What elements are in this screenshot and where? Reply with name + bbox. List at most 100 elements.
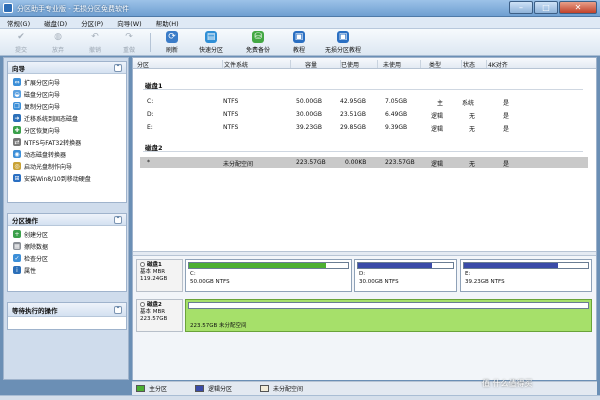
wizard-bootable-cd[interactable]: ◎ 启动光盘制作向导 bbox=[8, 160, 126, 172]
convert-icon: ⇄ bbox=[13, 138, 21, 146]
partition-block-c[interactable]: C: 50.00GB NTFS bbox=[185, 259, 352, 292]
usage-bar bbox=[357, 262, 454, 269]
disk2-map-label[interactable]: 磁盘2 基本 MBR 223.57GB bbox=[136, 299, 183, 332]
table-row-selected[interactable]: * 未分配空间 223.57GB 0.00KB 223.57GB 逻辑 无 是 bbox=[140, 157, 588, 168]
dynamic-disk-icon: ◉ bbox=[13, 150, 21, 158]
usage-fill bbox=[189, 263, 326, 268]
ops-panel-header[interactable]: 分区操作 ⌃ bbox=[8, 214, 126, 226]
cell-used: 23.51GB bbox=[340, 111, 366, 118]
table-row[interactable]: D: NTFS 30.00GB 23.51GB 6.49GB 逻辑 无 是 bbox=[133, 109, 596, 120]
tutorial-label: 教程 bbox=[292, 47, 305, 54]
migrate-icon: ➜ bbox=[13, 114, 21, 122]
title-bar: 分区助手专业版 - 无损分区免费软件 – □ ✕ bbox=[0, 0, 600, 17]
menu-bar: 常规(G) 磁盘(D) 分区(P) 向导(W) 帮助(H) bbox=[0, 17, 600, 29]
refresh-icon: ⟳ bbox=[166, 31, 178, 43]
refresh-label: 刷新 bbox=[165, 47, 178, 54]
window-title: 分区助手专业版 - 无损分区免费软件 bbox=[17, 5, 129, 13]
partition-block-e[interactable]: E: 39.23GB NTFS bbox=[460, 259, 592, 292]
wizard-recover-partition[interactable]: ✚ 分区恢复向导 bbox=[8, 124, 126, 136]
partition-table-header: 分区 文件系统 容量 已使用 未使用 类型 状态 4K对齐 bbox=[133, 58, 596, 69]
wizard-panel-title: 向导 bbox=[12, 64, 25, 73]
cell-unused: 6.49GB bbox=[385, 111, 408, 118]
wizard-panel-header[interactable]: 向导 ⌃ bbox=[8, 62, 126, 74]
main-panel: 分区 文件系统 容量 已使用 未使用 类型 状态 4K对齐 磁盘1 C: NTF… bbox=[132, 57, 597, 380]
menu-wizard[interactable]: 向导(W) bbox=[110, 18, 149, 28]
menu-disk[interactable]: 磁盘(D) bbox=[37, 18, 74, 28]
maximize-button[interactable]: □ bbox=[534, 1, 558, 14]
op-item-label: 检查分区 bbox=[24, 255, 49, 263]
col-capacity[interactable]: 容量 bbox=[305, 60, 341, 69]
discard-button[interactable]: ◍ 放弃 bbox=[46, 31, 70, 54]
windows-icon: ⊞ bbox=[13, 174, 21, 182]
quick-partition-button[interactable]: ▤ 快速分区 bbox=[194, 31, 228, 54]
cell-capacity: 223.57GB bbox=[296, 159, 326, 166]
minimize-button[interactable]: – bbox=[509, 1, 533, 14]
wizard-item-label: 扩展分区向导 bbox=[24, 79, 61, 87]
op-create-partition[interactable]: + 创建分区 bbox=[8, 228, 126, 240]
wizard-ntfs-fat32[interactable]: ⇄ NTFS与FAT32转换器 bbox=[8, 136, 126, 148]
wizard-copy-partition[interactable]: ❐ 复制分区向导 bbox=[8, 100, 126, 112]
usage-bar bbox=[188, 262, 349, 269]
op-properties[interactable]: i 属性 bbox=[8, 264, 126, 276]
col-status[interactable]: 状态 bbox=[463, 60, 487, 69]
disk-map: 磁盘1 基本 MBR 119.24GB C: 50.00GB NTFS D: 3… bbox=[133, 256, 596, 380]
free-backup-button[interactable]: ⛁ 免费备份 bbox=[241, 31, 275, 54]
wizard-disk-partition[interactable]: ◒ 磁盘分区向导 bbox=[8, 88, 126, 100]
cell-used: 29.85GB bbox=[340, 124, 366, 131]
col-filesystem[interactable]: 文件系统 bbox=[224, 60, 291, 69]
undo-button[interactable]: ↶ 撤销 bbox=[83, 31, 107, 54]
minimize-icon: – bbox=[519, 3, 523, 12]
wizard-windows-to-go[interactable]: ⊞ 安装Win8/10到移动硬盘 bbox=[8, 172, 126, 184]
op-check-partition[interactable]: ✓ 检查分区 bbox=[8, 252, 126, 264]
col-4k-align[interactable]: 4K对齐 bbox=[488, 60, 528, 69]
col-type[interactable]: 类型 bbox=[429, 60, 462, 69]
partition-block-d[interactable]: D: 30.00GB NTFS bbox=[354, 259, 457, 292]
status-bar bbox=[0, 395, 600, 400]
pending-panel-header[interactable]: 等待执行的操作 ⌃ bbox=[8, 303, 126, 317]
cell-partition: C: bbox=[147, 98, 154, 105]
partition-detail: 39.23GB NTFS bbox=[465, 279, 505, 285]
menu-partition[interactable]: 分区(P) bbox=[74, 18, 110, 28]
wizard-migrate-os[interactable]: ➜ 迁移系统到固态磁盘 bbox=[8, 112, 126, 124]
cell-filesystem: NTFS bbox=[223, 111, 239, 118]
col-unused[interactable]: 未使用 bbox=[383, 60, 421, 69]
collapse-icon[interactable]: ⌃ bbox=[114, 305, 122, 314]
collapse-icon[interactable]: ⌃ bbox=[114, 63, 122, 72]
lossless-tutorial-button[interactable]: ▣ 无损分区教程 bbox=[319, 31, 367, 54]
create-icon: + bbox=[13, 230, 21, 238]
wizard-item-label: 动态磁盘转换器 bbox=[24, 151, 67, 159]
submit-button[interactable]: ✔ 提交 bbox=[9, 31, 33, 54]
cell-capacity: 39.23GB bbox=[296, 124, 322, 131]
col-used[interactable]: 已使用 bbox=[341, 60, 378, 69]
left-panel: 向导 ⌃ ⇔ 扩展分区向导 ◒ 磁盘分区向导 ❐ 复制分区向导 ➜ 迁移系统到固态磁盘 … bbox=[3, 57, 129, 380]
backup-icon: ⛁ bbox=[252, 31, 264, 43]
wizard-dynamic-disk[interactable]: ◉ 动态磁盘转换器 bbox=[8, 148, 126, 160]
col-partition[interactable]: 分区 bbox=[137, 60, 223, 69]
pending-panel-title: 等待执行的操作 bbox=[12, 306, 58, 315]
table-row[interactable]: C: NTFS 50.00GB 42.95GB 7.05GB 主 系统 是 bbox=[133, 96, 596, 107]
menu-general[interactable]: 常规(G) bbox=[0, 18, 37, 28]
close-button[interactable]: ✕ bbox=[559, 1, 597, 14]
tutorial-button[interactable]: ▣ 教程 bbox=[287, 31, 311, 54]
wizard-extend-partition[interactable]: ⇔ 扩展分区向导 bbox=[8, 76, 126, 88]
wizard-item-label: 迁移系统到固态磁盘 bbox=[24, 115, 79, 123]
op-wipe-data[interactable]: ▦ 擦除数据 bbox=[8, 240, 126, 252]
usage-bar bbox=[188, 302, 589, 309]
menu-help[interactable]: 帮助(H) bbox=[149, 18, 186, 28]
legend-unallocated: 未分配空间 bbox=[260, 384, 303, 393]
legend-swatch bbox=[136, 385, 145, 392]
table-row[interactable]: E: NTFS 39.23GB 29.85GB 9.39GB 逻辑 无 是 bbox=[133, 122, 596, 133]
refresh-button[interactable]: ⟳ 刷新 bbox=[159, 31, 185, 54]
redo-button[interactable]: ↷ 重做 bbox=[117, 31, 141, 54]
partition-block-unallocated[interactable]: 223.57GB 未分配空间 bbox=[185, 299, 592, 332]
cell-4k: 是 bbox=[503, 161, 510, 168]
legend-primary: 主分区 bbox=[136, 384, 167, 393]
cell-filesystem: NTFS bbox=[223, 98, 239, 105]
wizard-item-label: 分区恢复向导 bbox=[24, 127, 61, 135]
legend-label: 未分配空间 bbox=[273, 386, 304, 393]
free-backup-label: 免费备份 bbox=[245, 47, 270, 54]
cell-4k: 是 bbox=[503, 126, 510, 133]
disk2-divider bbox=[143, 151, 583, 152]
disk1-map-label[interactable]: 磁盘1 基本 MBR 119.24GB bbox=[136, 259, 183, 292]
collapse-icon[interactable]: ⌃ bbox=[114, 215, 122, 224]
